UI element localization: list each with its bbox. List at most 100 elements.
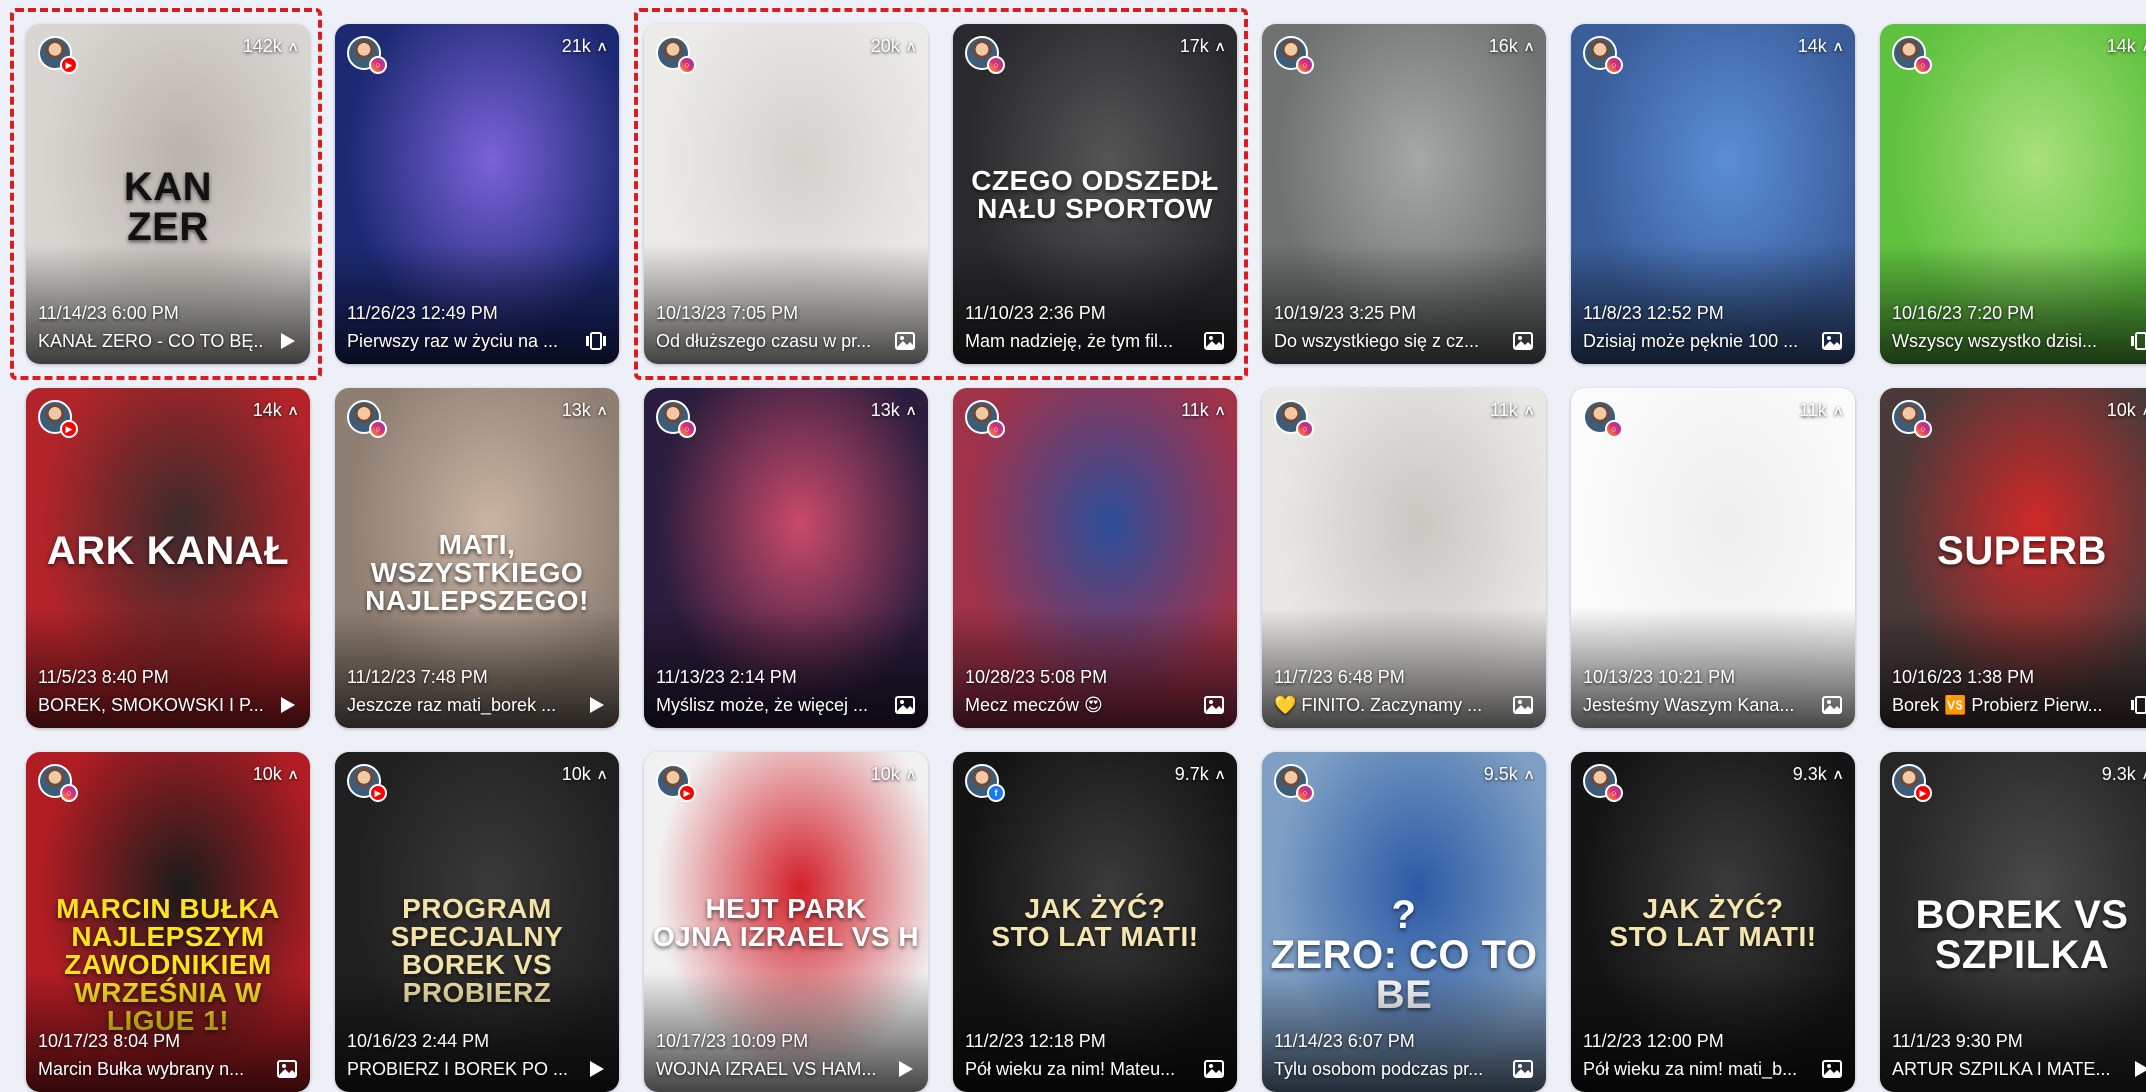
engagement-count: 13k ∧	[870, 400, 917, 421]
post-date: 10/28/23 5:08 PM	[965, 667, 1108, 687]
post-date: 10/13/23 10:21 PM	[1583, 667, 1736, 687]
engagement-count-value: 13k	[870, 400, 900, 420]
caret-up-icon: ∧	[1213, 38, 1227, 54]
post-card-8[interactable]: ARK KANAŁ ▶ 14k ∧ 11/5/23 8:40 PM BOREK,…	[26, 388, 310, 728]
post-date: 11/2/23 12:18 PM	[965, 1031, 1106, 1051]
post-card-4[interactable]: CZEGO ODSZEDŁ NAŁU SPORTOW ○ 17k ∧ 11/10…	[953, 24, 1237, 364]
engagement-count-value: 20k	[870, 36, 900, 56]
account-avatar-group: ▶	[1892, 764, 1934, 806]
post-card-6[interactable]: ○ 14k ∧ 11/8/23 12:52 PM Dzisiaj może pę…	[1571, 24, 1855, 364]
engagement-count-value: 10k	[561, 764, 591, 784]
post-card-5[interactable]: ○ 16k ∧ 10/19/23 3:25 PM Do wszystkiego …	[1262, 24, 1546, 364]
post-caption: Mam nadzieję, że tym fil...	[965, 331, 1174, 351]
account-avatar-group: ○	[38, 764, 80, 806]
instagram-icon: ○	[1914, 420, 1932, 438]
thumbnail-text: Jak żyć? Sto lat Mati!	[991, 892, 1199, 952]
account-avatar-group: ○	[1892, 36, 1934, 78]
thumbnail-text: Jak żyć? Sto lat Mati!	[1609, 892, 1817, 952]
play-icon	[276, 694, 298, 716]
post-caption: ARTUR SZPILKA I MATE...	[1892, 1059, 2111, 1079]
post-card-19[interactable]: ? ZERO: CO TO BE ○ 9.5k ∧ 11/14/23 6:07 …	[1262, 752, 1546, 1092]
post-caption: Marcin Bułka wybrany n...	[38, 1059, 245, 1079]
account-avatar-group: ○	[1583, 764, 1625, 806]
instagram-icon: ○	[678, 420, 696, 438]
post-date: 10/16/23 1:38 PM	[1892, 667, 2035, 687]
instagram-icon: ○	[987, 56, 1005, 74]
caret-up-icon: ∧	[286, 402, 300, 418]
post-card-12[interactable]: ○ 11k ∧ 11/7/23 6:48 PM 💛 FINITO. Zaczyn…	[1262, 388, 1546, 728]
play-icon	[2130, 1058, 2146, 1080]
image-icon	[1821, 694, 1843, 716]
account-avatar-group: ▶	[38, 400, 80, 442]
account-avatar-group: ○	[965, 400, 1007, 442]
engagement-count: 10k ∧	[871, 764, 918, 785]
post-caption: Pierwszy raz w życiu na ...	[347, 331, 559, 351]
post-date: 11/13/23 2:14 PM	[656, 667, 797, 687]
engagement-count: 142k ∧	[242, 36, 300, 57]
post-card-1[interactable]: KAN ZER ▶ 142k ∧ 11/14/23 6:00 PM KANAŁ …	[26, 24, 310, 364]
caret-up-icon: ∧	[1831, 402, 1845, 418]
post-card-16[interactable]: PROGRAM SPECJALNY BOREK VS PROBIERZ ▶ 10…	[335, 752, 619, 1092]
engagement-count: 10k ∧	[2107, 400, 2146, 421]
post-card-11[interactable]: ○ 11k ∧ 10/28/23 5:08 PM Mecz meczów 😍	[953, 388, 1237, 728]
post-date: 11/14/23 6:07 PM	[1274, 1031, 1415, 1051]
posts-grid: KAN ZER ▶ 142k ∧ 11/14/23 6:00 PM KANAŁ …	[0, 0, 2146, 1092]
account-avatar-group: ○	[656, 400, 698, 442]
account-avatar-group: f	[965, 764, 1007, 806]
post-caption: Myślisz może, że więcej ...	[656, 695, 869, 715]
engagement-count: 21k ∧	[561, 36, 608, 57]
account-avatar-group: ○	[1583, 400, 1625, 442]
thumbnail-text: BOREK VS SZPILKA	[1915, 892, 2129, 977]
caret-up-icon: ∧	[1522, 402, 1536, 418]
post-caption: Jeszcze raz mati_borek ...	[347, 695, 557, 715]
caret-up-icon: ∧	[1831, 766, 1845, 782]
post-date: 10/16/23 7:20 PM	[1892, 303, 2035, 323]
post-card-2[interactable]: ○ 21k ∧ 11/26/23 12:49 PM Pierwszy raz w…	[335, 24, 619, 364]
image-icon	[1512, 1058, 1534, 1080]
account-avatar-group: ○	[965, 36, 1007, 78]
post-card-18[interactable]: Jak żyć? Sto lat Mati! f 9.7k ∧ 11/2/23 …	[953, 752, 1237, 1092]
post-card-20[interactable]: Jak żyć? Sto lat Mati! ○ 9.3k ∧ 11/2/23 …	[1571, 752, 1855, 1092]
youtube-icon: ▶	[1914, 784, 1932, 802]
account-avatar-group: ○	[1892, 400, 1934, 442]
image-icon	[1512, 330, 1534, 352]
image-icon	[1203, 694, 1225, 716]
account-avatar-group: ▶	[38, 36, 80, 78]
play-icon	[276, 330, 298, 352]
caret-up-icon: ∧	[2141, 402, 2146, 419]
caret-up-icon: ∧	[286, 38, 300, 54]
engagement-count-value: 11k	[1490, 400, 1518, 420]
engagement-count-value: 21k	[561, 36, 591, 56]
account-avatar-group: ▶	[347, 764, 389, 806]
instagram-icon: ○	[60, 784, 78, 802]
post-card-9[interactable]: MATI, WSZYSTKIEGO NAJLEPSZEGO! ○ 13k ∧ 1…	[335, 388, 619, 728]
post-card-14[interactable]: SUPERB ○ 10k ∧ 10/16/23 1:38 PM Borek 🆚 …	[1880, 388, 2146, 728]
engagement-count: 9.7k ∧	[1175, 764, 1226, 785]
post-card-15[interactable]: MARCIN BUŁKA NAJLEPSZYM ZAWODNIKIEM WRZE…	[26, 752, 310, 1092]
post-caption: Pół wieku za nim! Mateu...	[965, 1059, 1176, 1079]
account-avatar-group: ○	[347, 400, 389, 442]
instagram-icon: ○	[987, 420, 1005, 438]
post-caption: KANAŁ ZERO - CO TO BĘ...	[38, 331, 264, 351]
post-date: 10/17/23 10:09 PM	[656, 1031, 809, 1051]
engagement-count: 11k ∧	[1799, 400, 1845, 421]
post-card-21[interactable]: BOREK VS SZPILKA ▶ 9.3k ∧ 11/1/23 9:30 P…	[1880, 752, 2146, 1092]
engagement-count-value: 10k	[252, 764, 282, 784]
engagement-count-value: 9.5k	[1483, 764, 1518, 784]
post-card-7[interactable]: ○ 14k ∧ 10/16/23 7:20 PM Wszyscy wszystk…	[1880, 24, 2146, 364]
engagement-count-value: 142k	[242, 36, 282, 56]
caret-up-icon: ∧	[1213, 402, 1227, 418]
post-caption: WOJNA IZRAEL VS HAM...	[656, 1059, 877, 1079]
play-icon	[585, 694, 607, 716]
post-card-13[interactable]: ○ 11k ∧ 10/13/23 10:21 PM Jesteśmy Waszy…	[1571, 388, 1855, 728]
post-card-3[interactable]: ○ 20k ∧ 10/13/23 7:05 PM Od dłuższego cz…	[644, 24, 928, 364]
thumbnail-text: CZEGO ODSZEDŁ NAŁU SPORTOW	[971, 164, 1219, 224]
post-card-17[interactable]: HEJT PARK OJNA IZRAEL VS H ▶ 10k ∧ 10/17…	[644, 752, 928, 1092]
caret-up-icon: ∧	[904, 766, 918, 782]
engagement-count-value: 14k	[1797, 36, 1827, 56]
youtube-icon: ▶	[60, 420, 78, 438]
account-avatar-group: ○	[1583, 36, 1625, 78]
post-card-10[interactable]: ○ 13k ∧ 11/13/23 2:14 PM Myślisz może, ż…	[644, 388, 928, 728]
engagement-count: 9.5k ∧	[1483, 764, 1535, 785]
youtube-icon: ▶	[369, 784, 387, 802]
